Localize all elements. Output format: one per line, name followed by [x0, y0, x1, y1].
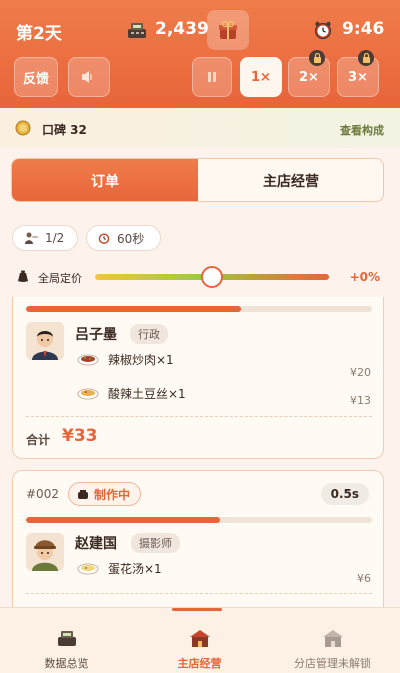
view-composition-link[interactable]: 查看构成 [340, 122, 384, 138]
order-card[interactable]: 吕子墨 行政 辣椒炒肉×1 ¥20 酸辣土豆丝×1 ¥13 合计 ¥33 [12, 297, 384, 459]
cash-register-icon [57, 631, 76, 646]
lock-icon [309, 50, 325, 66]
customer-name: 赵建国 [75, 536, 117, 552]
cook-timer: 0.5s [320, 483, 369, 505]
pause-button[interactable] [192, 57, 232, 97]
main-tabs: 订单 主店经营 [11, 158, 384, 202]
order-progress-fill [26, 306, 241, 312]
timer-chip: 60秒 [86, 225, 161, 251]
tab-main-store[interactable]: 主店经营 [198, 159, 383, 201]
customer-avatar [26, 533, 64, 571]
order-total: ¥33 [62, 426, 98, 446]
reputation-bar: 口碑 32 查看构成 [0, 108, 400, 148]
nav-label: 主店经营 [177, 657, 222, 670]
total-label: 合计 [26, 433, 51, 447]
speed-2x-button[interactable]: 2× [288, 50, 330, 97]
branch-store-icon [322, 630, 343, 647]
nav-branch-locked[interactable]: 分店管理未解锁 [266, 608, 399, 673]
money-amount: 2,439 [155, 19, 209, 39]
staff-count: 1/2 [45, 231, 65, 245]
speed-2x-label: 2× [299, 69, 319, 85]
reputation-score: 口碑 32 [42, 123, 87, 137]
dish-name: 酸辣土豆丝×1 [108, 387, 186, 401]
nav-label: 分店管理未解锁 [294, 657, 371, 670]
tab-orders[interactable]: 订单 [12, 159, 198, 201]
medal-icon [15, 120, 31, 136]
gift-button[interactable] [207, 10, 249, 50]
money-bag-icon [18, 270, 28, 282]
customer-occupation-tag: 摄影师 [131, 533, 180, 553]
cash-register-icon [128, 23, 146, 38]
dish-name: 蛋花汤×1 [108, 562, 162, 576]
gift-box-icon [219, 20, 237, 39]
speed-3x-label: 3× [348, 69, 368, 85]
status-badge: 制作中 [68, 482, 142, 506]
customer-name: 吕子墨 [75, 327, 117, 343]
nav-main-store[interactable]: 主店经营 [133, 608, 266, 673]
customer-avatar [26, 322, 64, 360]
customer-occupation-tag: 行政 [130, 324, 168, 344]
card-divider [26, 593, 372, 594]
dish-price: ¥20 [350, 366, 371, 379]
dish-name: 辣椒炒肉×1 [108, 353, 174, 367]
order-list[interactable]: 吕子墨 行政 辣椒炒肉×1 ¥20 酸辣土豆丝×1 ¥13 合计 ¥33 #00… [0, 297, 400, 607]
potato-shreds-dish-icon [77, 388, 99, 400]
dish-price: ¥6 [357, 572, 371, 585]
dish-price: ¥13 [350, 394, 371, 407]
global-pricing-label: 全局定价 [38, 272, 82, 285]
stir-fry-dish-icon [77, 354, 99, 366]
order-number: #002 [26, 487, 59, 501]
pricing-slider-handle[interactable] [201, 266, 223, 288]
speaker-mute-icon [82, 71, 92, 83]
lock-icon [358, 50, 374, 66]
bottom-navigation: 数据总览 主店经营 分店管理未解锁 [0, 607, 400, 673]
speed-3x-button[interactable]: 3× [337, 50, 379, 97]
alarm-clock-icon [314, 21, 332, 40]
nav-label: 数据总览 [44, 657, 89, 670]
restaurant-icon [189, 630, 210, 647]
staff-count-chip: 1/2 [12, 225, 78, 251]
order-progress-fill [26, 517, 220, 523]
top-bar: 第2天 2,439 9:46 反馈 1× 2× 3× [0, 0, 400, 108]
egg-soup-dish-icon [77, 563, 99, 575]
alarm-clock-icon [98, 233, 110, 244]
cooking-pot-icon [78, 490, 88, 499]
order-progress-bar [26, 306, 372, 312]
waiter-icon [25, 232, 39, 244]
order-progress-bar [26, 517, 372, 523]
game-clock: 9:46 [342, 19, 385, 39]
pricing-percent: +0% [349, 270, 380, 284]
speed-1x-button[interactable]: 1× [240, 57, 282, 97]
nav-data-overview[interactable]: 数据总览 [0, 608, 133, 673]
sound-toggle-button[interactable] [68, 57, 110, 97]
pause-icon [208, 72, 216, 82]
feedback-button[interactable]: 反馈 [14, 57, 58, 97]
day-counter: 第2天 [16, 24, 62, 44]
status-text: 制作中 [94, 487, 131, 502]
timer-value: 60秒 [117, 231, 145, 246]
card-divider [26, 416, 372, 417]
order-card[interactable]: #002 制作中 0.5s 赵建国 摄影师 蛋花汤×1 ¥6 [12, 470, 384, 607]
